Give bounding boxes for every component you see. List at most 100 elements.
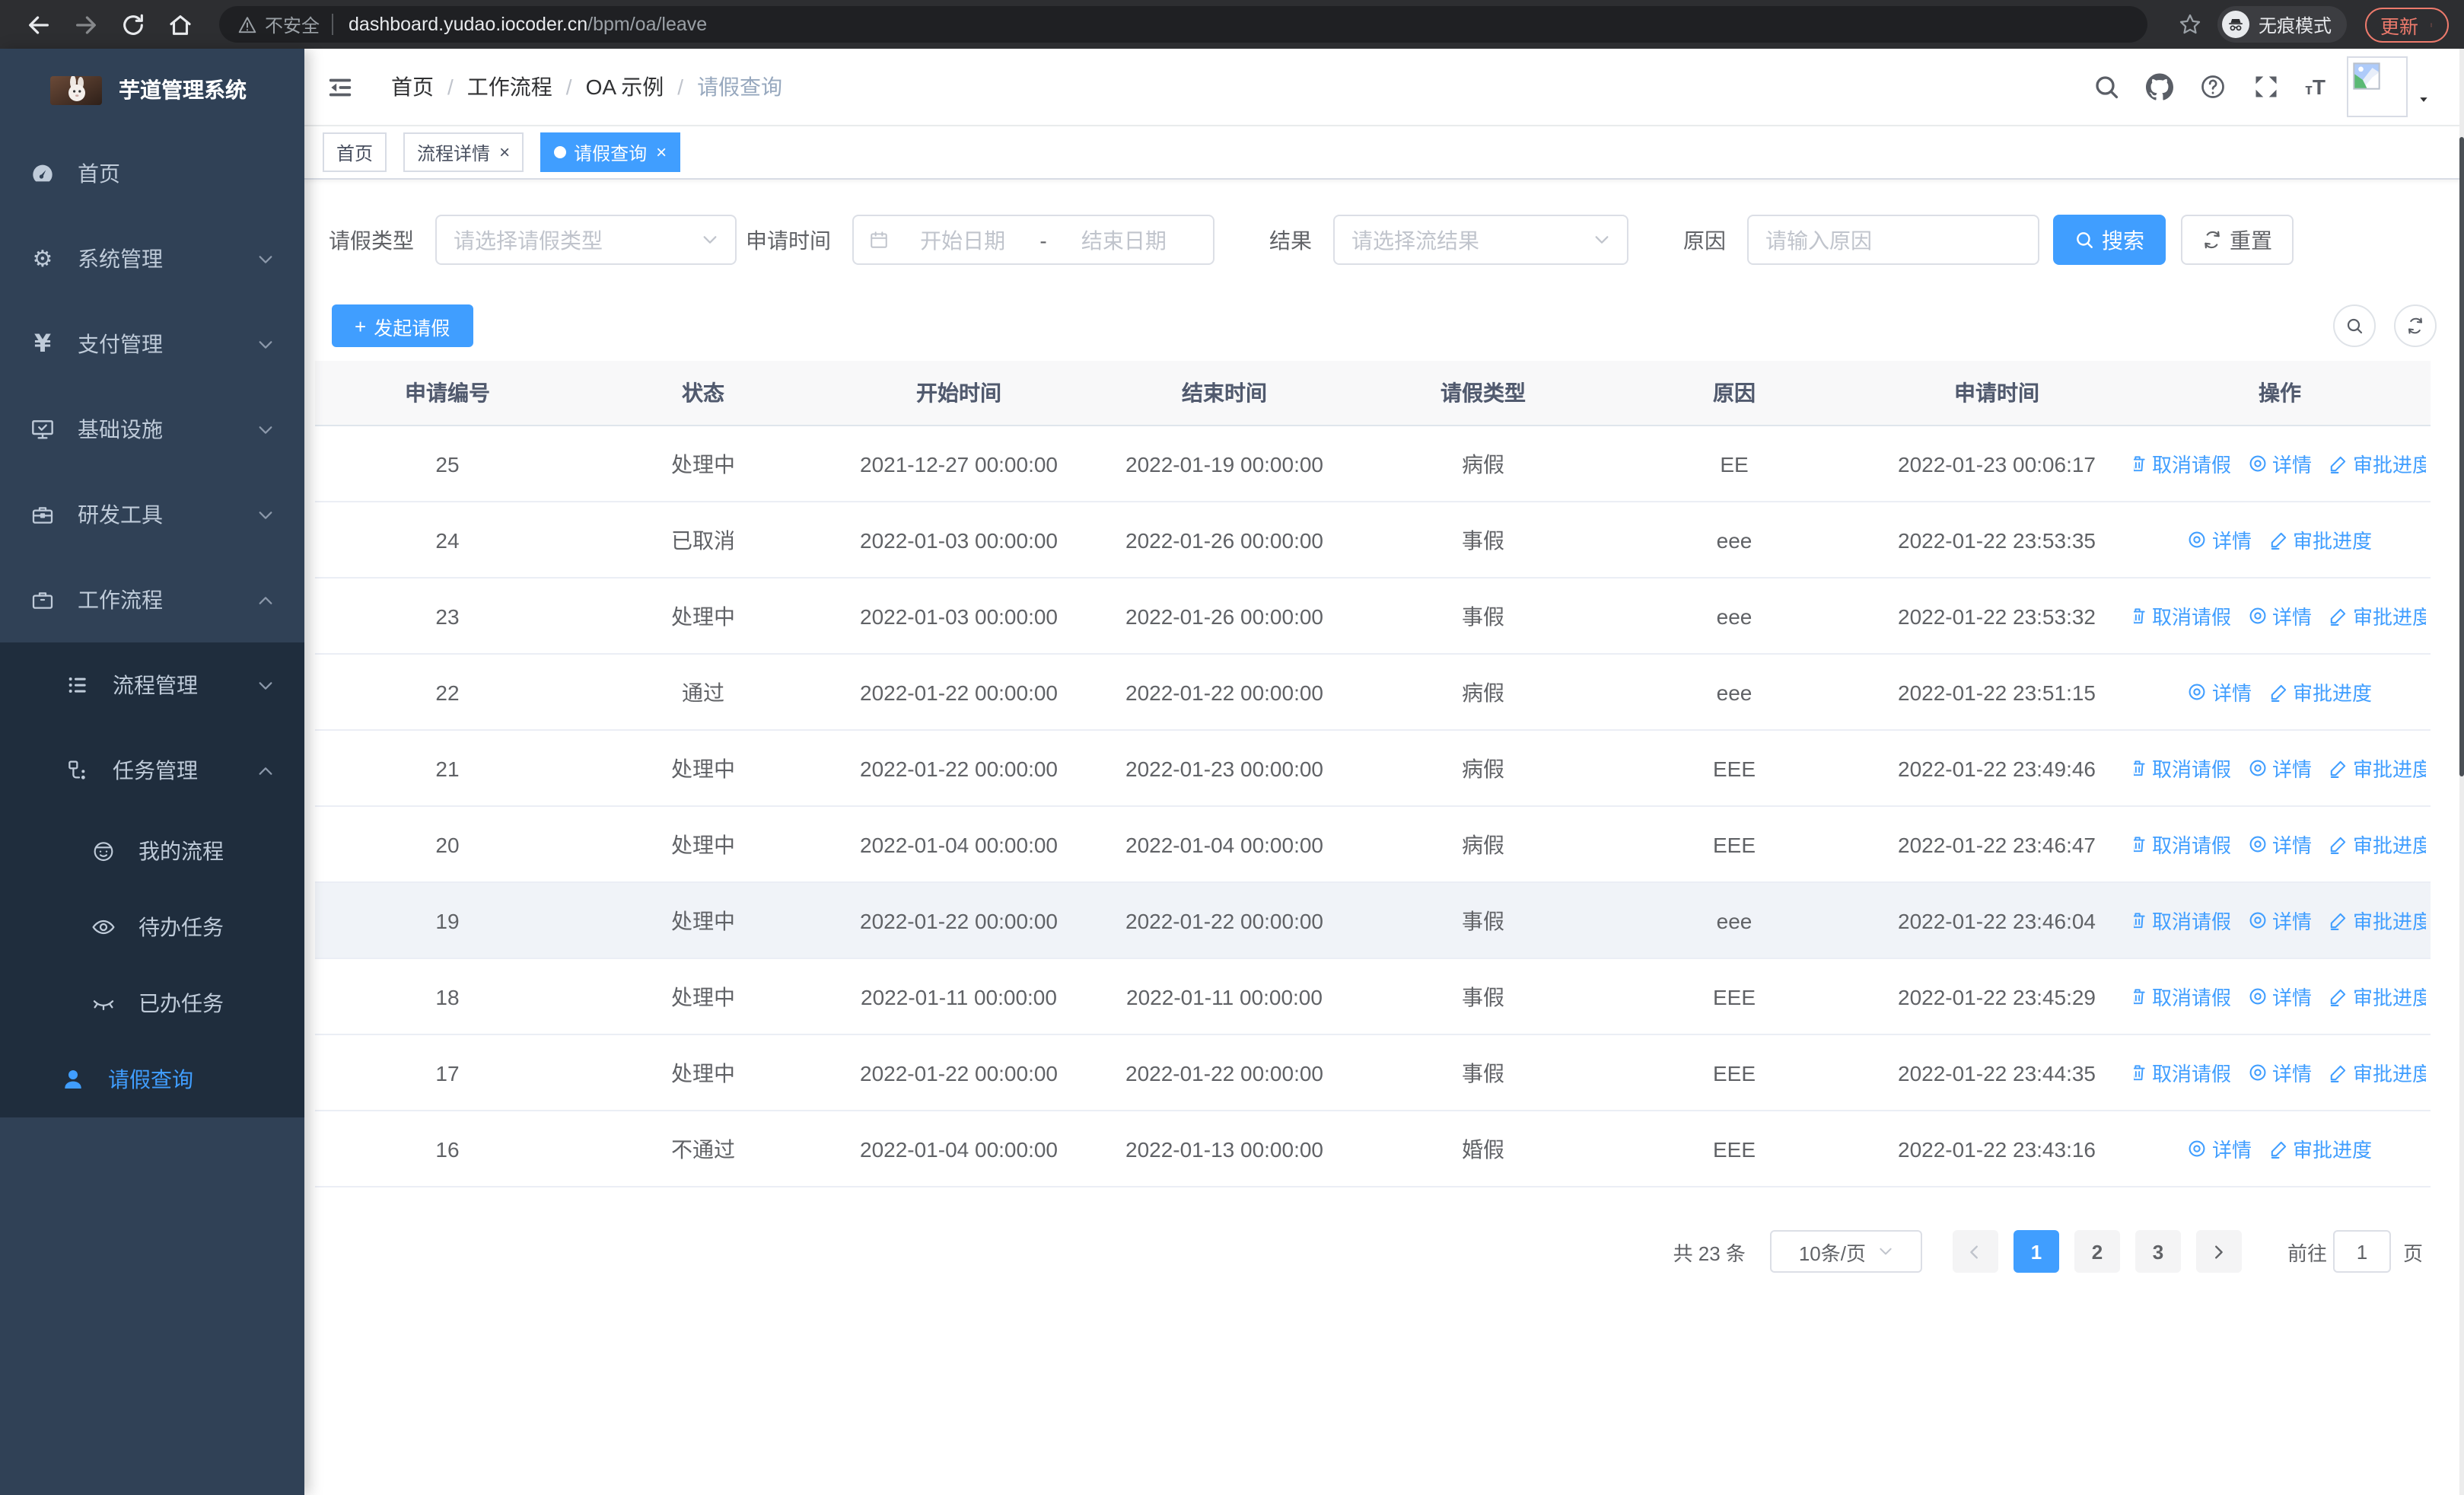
scrollbar-thumb[interactable]	[2459, 137, 2464, 776]
leave-type-select[interactable]: 请选择请假类型	[435, 215, 737, 265]
progress-link[interactable]: 审批进度	[2268, 525, 2372, 554]
progress-link[interactable]: 审批进度	[2329, 1058, 2426, 1087]
detail-link[interactable]: 详情	[2248, 449, 2312, 478]
progress-link[interactable]: 审批进度	[2329, 449, 2426, 478]
detail-link[interactable]: 详情	[2248, 754, 2312, 783]
address-bar[interactable]: 不安全 dashboard.yudao.iocoder.cn/bpm/oa/le…	[219, 6, 2147, 43]
tab-请假查询[interactable]: 请假查询 ×	[540, 132, 681, 172]
table-row[interactable]: 25 处理中 2021-12-27 00:00:00 2022-01-19 00:00…	[315, 426, 2431, 502]
cancel-leave-link[interactable]: 取消请假	[2134, 982, 2231, 1011]
sidebar-item-研发工具[interactable]: 研发工具	[0, 472, 304, 557]
sidebar-item-已办任务[interactable]: 已办任务	[0, 965, 304, 1041]
bookmark-star-icon[interactable]	[2178, 12, 2202, 37]
detail-link[interactable]: 详情	[2248, 1058, 2312, 1087]
page-size-select[interactable]: 10条/页	[1769, 1230, 1922, 1273]
sidebar-item-请假查询[interactable]: 请假查询	[0, 1041, 304, 1117]
progress-link[interactable]: 审批进度	[2268, 677, 2372, 706]
table-row[interactable]: 20 处理中 2022-01-04 00:00:00 2022-01-04 00:00…	[315, 807, 2431, 883]
detail-link[interactable]: 详情	[2248, 906, 2312, 935]
detail-link[interactable]: 详情	[2248, 982, 2312, 1011]
sidebar-item-工作流程[interactable]: 工作流程	[0, 557, 304, 642]
avatar[interactable]	[2347, 56, 2408, 117]
browser-reload-icon[interactable]	[120, 11, 146, 37]
sidebar-item-我的流程[interactable]: 我的流程	[0, 813, 304, 889]
sidebar-item-支付管理[interactable]: ¥ 支付管理	[0, 301, 304, 387]
browser-back-icon[interactable]	[26, 11, 52, 37]
close-icon[interactable]: ×	[499, 143, 510, 161]
table-row[interactable]: 23 处理中 2022-01-03 00:00:00 2022-01-26 00:00…	[315, 579, 2431, 655]
table-row[interactable]: 16 不通过 2022-01-04 00:00:00 2022-01-13 00:00…	[315, 1111, 2431, 1187]
tab-首页[interactable]: 首页	[323, 132, 387, 172]
next-page-button[interactable]	[2195, 1230, 2242, 1273]
create-leave-button[interactable]: + 发起请假	[332, 304, 473, 347]
detail-link[interactable]: 详情	[2188, 1134, 2252, 1163]
table-row[interactable]: 22 通过 2022-01-22 00:00:00 2022-01-22 00:00:…	[315, 655, 2431, 731]
help-icon[interactable]	[2198, 73, 2226, 100]
result-select[interactable]: 请选择流结果	[1333, 215, 1628, 265]
page-button-3[interactable]: 3	[2135, 1230, 2181, 1273]
breadcrumb-separator: /	[565, 75, 572, 99]
progress-link[interactable]: 审批进度	[2329, 982, 2426, 1011]
sidebar-item-系统管理[interactable]: ⚙ 系统管理	[0, 216, 304, 301]
table-row[interactable]: 24 已取消 2022-01-03 00:00:00 2022-01-26 00:00…	[315, 502, 2431, 579]
cancel-leave-link[interactable]: 取消请假	[2134, 830, 2231, 859]
toggle-search-button[interactable]	[2333, 304, 2376, 347]
detail-link[interactable]: 详情	[2188, 677, 2252, 706]
breadcrumb-item[interactable]: OA 示例	[586, 72, 664, 102]
eye-open-icon	[91, 915, 116, 939]
reset-button[interactable]: 重置	[2181, 215, 2294, 265]
goto-page-input[interactable]: 1	[2332, 1230, 2391, 1273]
search-button[interactable]: 搜索	[2053, 215, 2166, 265]
sidebar-item-基础设施[interactable]: 基础设施	[0, 387, 304, 472]
sidebar-item-流程管理[interactable]: 流程管理	[0, 642, 304, 728]
not-secure-label[interactable]: 不安全	[265, 11, 320, 37]
tab-流程详情[interactable]: 流程详情 ×	[403, 132, 524, 172]
sidebar-item-首页[interactable]: 首页	[0, 131, 304, 216]
browser-home-icon[interactable]	[167, 11, 193, 37]
font-size-icon[interactable]: тT	[2305, 75, 2326, 99]
sidebar-item-任务管理[interactable]: 任务管理	[0, 728, 304, 813]
cancel-leave-link[interactable]: 取消请假	[2134, 449, 2231, 478]
table-row[interactable]: 21 处理中 2022-01-22 00:00:00 2022-01-23 00:00…	[315, 731, 2431, 807]
cancel-leave-link[interactable]: 取消请假	[2134, 906, 2231, 935]
logo[interactable]: 芋道管理系统	[0, 49, 304, 131]
reason-input[interactable]: 请输入原因	[1747, 215, 2039, 265]
cancel-leave-link[interactable]: 取消请假	[2134, 601, 2231, 630]
table-row[interactable]: 18 处理中 2022-01-11 00:00:00 2022-01-11 00:00…	[315, 959, 2431, 1035]
cancel-leave-link[interactable]: 取消请假	[2134, 1058, 2231, 1087]
page-button-2[interactable]: 2	[2074, 1230, 2120, 1273]
browser-menu-icon[interactable]	[2429, 14, 2434, 34]
table-row[interactable]: 17 处理中 2022-01-22 00:00:00 2022-01-22 00:00…	[315, 1035, 2431, 1111]
page-button-1[interactable]: 1	[2013, 1230, 2059, 1273]
progress-link[interactable]: 审批进度	[2329, 906, 2426, 935]
sidebar-item-待办任务[interactable]: 待办任务	[0, 889, 304, 965]
table-cell: 2022-01-22 23:53:35	[1898, 528, 2096, 552]
browser-update-button[interactable]: 更新	[2364, 7, 2449, 42]
apply-time-range-picker[interactable]: 开始日期 - 结束日期	[852, 215, 1214, 265]
search-icon[interactable]	[2092, 73, 2119, 100]
breadcrumb-item[interactable]: 首页	[391, 72, 434, 102]
refresh-table-button[interactable]	[2394, 304, 2437, 347]
detail-link[interactable]: 详情	[2248, 830, 2312, 859]
detail-link[interactable]: 详情	[2188, 525, 2252, 554]
chevron-down-icon	[1593, 231, 1610, 248]
progress-link[interactable]: 审批进度	[2268, 1134, 2372, 1163]
cancel-leave-link[interactable]: 取消请假	[2134, 754, 2231, 783]
goto-label: 前往	[2287, 1242, 2327, 1264]
table-row[interactable]: 19 处理中 2022-01-22 00:00:00 2022-01-22 00:00…	[315, 883, 2431, 959]
breadcrumb-item[interactable]: 工作流程	[467, 72, 552, 102]
table-cell: 事假	[1462, 1060, 1504, 1085]
progress-link[interactable]: 审批进度	[2329, 754, 2426, 783]
fullscreen-icon[interactable]	[2252, 73, 2279, 100]
browser-toolbar: 不安全 dashboard.yudao.iocoder.cn/bpm/oa/le…	[0, 0, 2464, 49]
hamburger-icon[interactable]	[326, 74, 355, 100]
avatar-caret-down-icon[interactable]	[2417, 94, 2431, 104]
url-text[interactable]: dashboard.yudao.iocoder.cn/bpm/oa/leave	[349, 14, 707, 35]
prev-page-button[interactable]	[1952, 1230, 1998, 1273]
progress-link[interactable]: 审批进度	[2329, 830, 2426, 859]
progress-link[interactable]: 审批进度	[2329, 601, 2426, 630]
close-icon[interactable]: ×	[656, 143, 667, 161]
browser-forward-icon[interactable]	[73, 11, 99, 37]
github-icon[interactable]	[2145, 73, 2173, 100]
detail-link[interactable]: 详情	[2248, 601, 2312, 630]
